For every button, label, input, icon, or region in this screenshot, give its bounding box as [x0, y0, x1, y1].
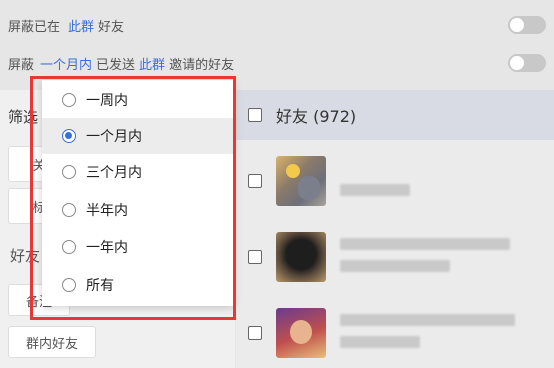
avatar [276, 232, 326, 282]
friend-name-blurred [340, 184, 410, 196]
friend-row[interactable] [236, 150, 554, 212]
setting-row-block-group-friends: 屏蔽已在 此群 好友 [8, 12, 554, 38]
setting-row-block-invited: 屏蔽 一个月内 已发送 此群 邀请的好友 [8, 50, 554, 76]
friends-list-panel: 好友 (972) [236, 90, 554, 368]
friend-name-blurred [340, 238, 510, 250]
friend-name-blurred [340, 314, 515, 326]
friend-checkbox[interactable] [248, 326, 262, 340]
group-link[interactable]: 此群 [139, 54, 165, 73]
setting-middle: 已发送 [96, 57, 136, 73]
block-invited-toggle[interactable] [508, 54, 546, 72]
setting-prefix: 屏蔽已在 [8, 19, 61, 35]
friend-info-blurred [340, 260, 450, 272]
period-link[interactable]: 一个月内 [40, 54, 92, 73]
avatar [276, 156, 326, 206]
setting-suffix: 邀请的好友 [169, 57, 235, 73]
friends-list-header: 好友 (972) [236, 90, 554, 140]
friend-checkbox[interactable] [248, 174, 262, 188]
setting-prefix: 屏蔽 [8, 57, 35, 73]
filter-chip-group-friends[interactable]: 群内好友 [8, 326, 96, 358]
friend-info-blurred [340, 336, 420, 348]
friends-count-title: 好友 (972) [276, 107, 357, 126]
highlight-outline [30, 76, 236, 320]
block-group-friends-toggle[interactable] [508, 16, 546, 34]
avatar [276, 308, 326, 358]
group-link[interactable]: 此群 [68, 16, 94, 35]
setting-suffix: 好友 [98, 19, 125, 35]
select-all-checkbox[interactable] [248, 108, 262, 122]
friend-checkbox[interactable] [248, 250, 262, 264]
friend-row[interactable] [236, 302, 554, 364]
friend-row[interactable] [236, 226, 554, 288]
chip-label: 群内好友 [25, 336, 78, 352]
